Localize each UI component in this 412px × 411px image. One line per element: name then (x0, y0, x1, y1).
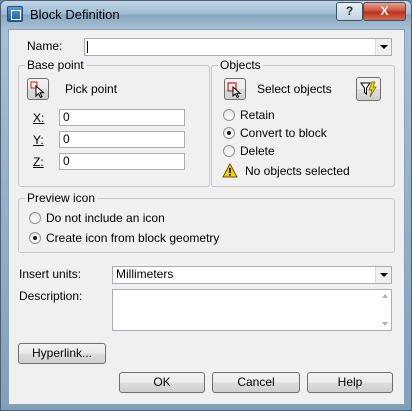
close-button[interactable]: X (363, 2, 406, 21)
scroll-down-icon[interactable] (382, 322, 388, 326)
hyperlink-button[interactable]: Hyperlink... (18, 343, 106, 364)
z-value: 0 (63, 154, 70, 168)
description-label: Description: (19, 289, 83, 303)
select-objects-label: Select objects (257, 82, 332, 96)
create-icon-label: Create icon from block geometry (46, 231, 220, 245)
block-app-icon (7, 6, 23, 22)
pick-point-button[interactable] (27, 78, 49, 100)
select-objects-button[interactable] (224, 78, 246, 100)
description-textarea[interactable] (112, 289, 392, 331)
help-button[interactable]: Help (307, 372, 393, 393)
no-icon-radio[interactable] (29, 212, 41, 224)
objects-title: Objects (218, 58, 263, 72)
no-icon-label: Do not include an icon (46, 211, 165, 225)
chevron-down-icon[interactable] (375, 39, 391, 55)
base-point-group: Base point Pick point X: 0 Y: 0 Z: 0 (18, 58, 210, 187)
z-field[interactable]: 0 (59, 153, 185, 170)
scroll-up-icon[interactable] (382, 294, 388, 298)
retain-radio[interactable] (223, 109, 235, 121)
ok-button[interactable]: OK (119, 372, 205, 393)
insert-units-combobox[interactable]: Millimeters (112, 266, 392, 284)
x-field[interactable]: 0 (59, 109, 185, 126)
convert-to-block-radio[interactable] (223, 127, 235, 139)
title-help-button[interactable]: ? (336, 2, 363, 21)
chevron-down-icon[interactable] (375, 267, 391, 283)
retain-label: Retain (240, 108, 275, 122)
z-label: Z: (33, 155, 44, 169)
pick-point-label: Pick point (65, 82, 118, 96)
quick-select-button[interactable] (356, 77, 381, 101)
pick-cursor-icon (30, 81, 45, 99)
quick-select-filter-icon (360, 81, 377, 98)
name-combobox[interactable] (84, 38, 392, 56)
preview-icon-title: Preview icon (25, 191, 98, 205)
text-cursor (87, 41, 88, 53)
preview-icon-group: Preview icon Do not include an icon Crea… (18, 191, 395, 253)
y-field[interactable]: 0 (59, 131, 185, 148)
window-title: Block Definition (30, 7, 120, 22)
select-objects-icon (227, 82, 242, 99)
x-label: X: (33, 111, 45, 125)
y-value: 0 (63, 132, 70, 146)
dialog-window: Block Definition ? X Name: Base point Pi… (0, 0, 412, 411)
insert-units-label: Insert units: (19, 267, 82, 281)
insert-units-value: Millimeters (116, 267, 174, 281)
warning-icon (222, 163, 238, 178)
x-value: 0 (63, 110, 70, 124)
title-bar[interactable]: Block Definition ? X (1, 1, 411, 28)
dialog-body: Name: Base point Pick point X: 0 Y: 0 Z:… (8, 29, 405, 405)
delete-label: Delete (240, 144, 275, 158)
create-icon-radio[interactable] (29, 232, 41, 244)
objects-group: Objects Select objects Retain Convert to… (211, 58, 395, 187)
name-label: Name: (27, 39, 63, 53)
delete-radio[interactable] (223, 145, 235, 157)
selection-status: No objects selected (245, 164, 350, 178)
cancel-button[interactable]: Cancel (212, 372, 300, 393)
base-point-title: Base point (25, 58, 86, 72)
y-label: Y: (33, 133, 44, 147)
convert-to-block-label: Convert to block (240, 126, 327, 140)
